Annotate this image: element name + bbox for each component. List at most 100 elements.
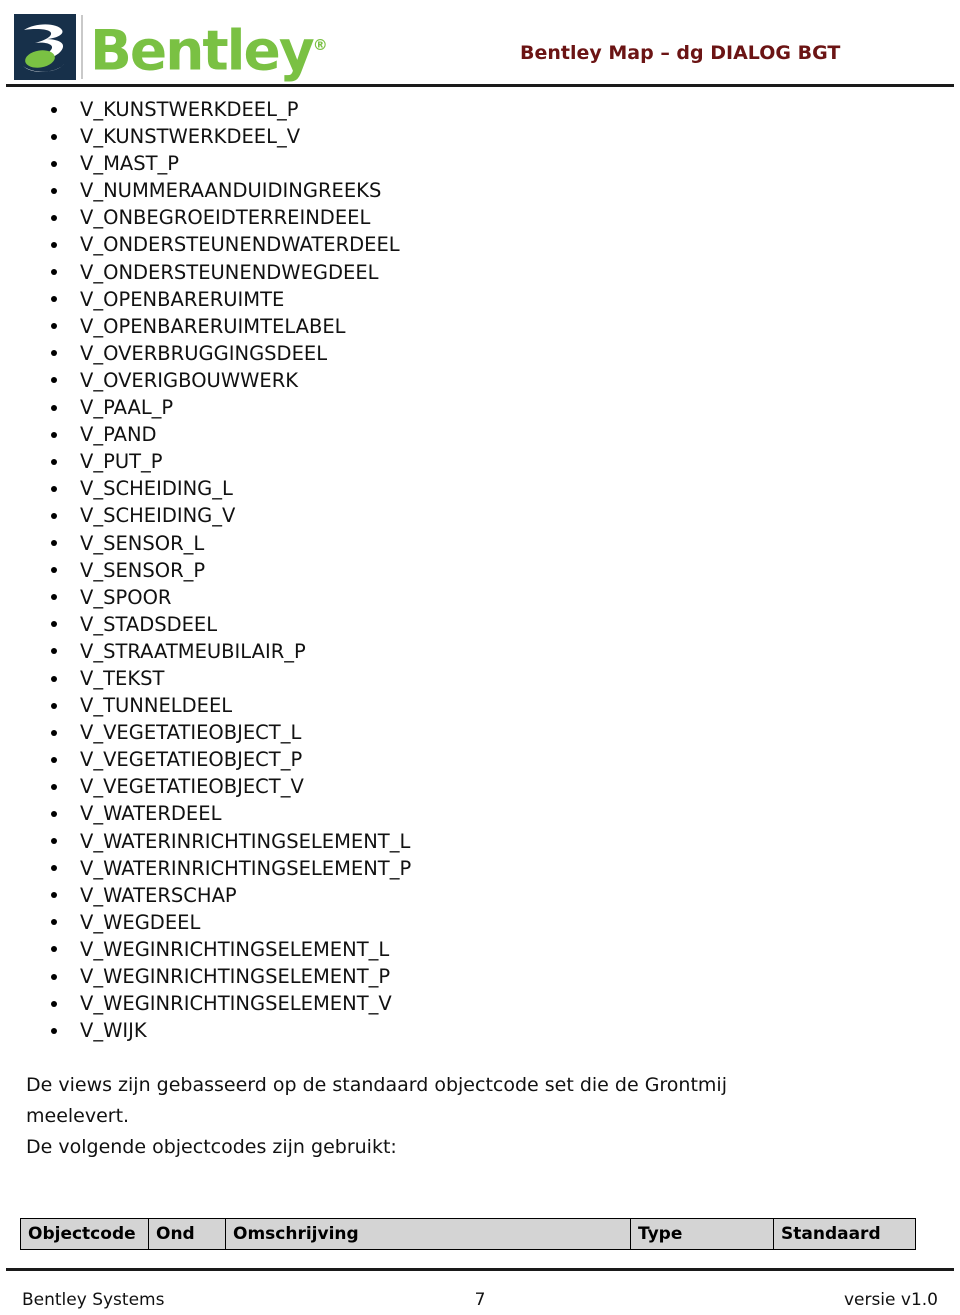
table-header-objectcode[interactable]: Objectcode bbox=[20, 1218, 149, 1250]
bullet-icon bbox=[51, 431, 57, 438]
view-list-item-label: V_PUT_P bbox=[80, 450, 163, 474]
bullet-icon bbox=[51, 810, 57, 817]
view-list-item-label: V_OPENBARERUIMTELABEL bbox=[80, 314, 346, 338]
bullet-icon bbox=[51, 485, 57, 492]
view-list-item-label: V_KUNSTWERKDEEL_V bbox=[80, 125, 301, 149]
bullet-icon bbox=[51, 756, 57, 763]
view-list-item: V_WEGDEEL bbox=[0, 909, 960, 936]
view-list-item: V_ONDERSTEUNENDWATERDEEL bbox=[0, 231, 960, 258]
view-list-item-label: V_SPOOR bbox=[80, 585, 172, 609]
view-list-item-label: V_ONDERSTEUNENDWEGDEEL bbox=[80, 260, 379, 284]
view-list-item-label: V_VEGETATIEOBJECT_P bbox=[80, 748, 303, 772]
registered-trademark-icon: ® bbox=[312, 35, 328, 54]
footer-version: versie v1.0 bbox=[843, 1290, 938, 1310]
view-list-item-label: V_TEKST bbox=[80, 666, 165, 690]
view-list-item-label: V_WEGINRICHTINGSELEMENT_L bbox=[80, 937, 390, 961]
logo-divider bbox=[81, 15, 83, 79]
footer-page-number: 7 bbox=[474, 1290, 486, 1310]
bullet-icon bbox=[51, 946, 57, 953]
bullet-icon bbox=[51, 1000, 57, 1007]
bullet-icon bbox=[51, 404, 57, 411]
view-list-item-label: V_WATERSCHAP bbox=[80, 883, 237, 907]
view-list-item: V_SCHEIDING_L bbox=[0, 475, 960, 502]
bullet-icon bbox=[51, 269, 57, 276]
bentley-logo: Bentley® bbox=[14, 12, 328, 82]
view-list-item: V_WATERINRICHTINGSELEMENT_P bbox=[0, 855, 960, 882]
view-list-item-label: V_WATERDEEL bbox=[80, 802, 222, 826]
view-list-item-label: V_MAST_P bbox=[80, 152, 180, 176]
table-header-omschrijving[interactable]: Omschrijving bbox=[225, 1218, 631, 1250]
view-list-item-label: V_WEGDEEL bbox=[80, 910, 201, 934]
view-list-item: V_STRAATMEUBILAIR_P bbox=[0, 638, 960, 665]
view-list-item-label: V_PAND bbox=[80, 423, 157, 447]
table-header-type[interactable]: Type bbox=[630, 1218, 774, 1250]
footer-divider-rule bbox=[6, 1268, 954, 1271]
view-list-item-label: V_SENSOR_P bbox=[80, 558, 206, 582]
description-paragraphs: De views zijn gebasseerd op de standaard… bbox=[0, 1070, 960, 1163]
view-list-item: V_SCHEIDING_V bbox=[0, 502, 960, 529]
document-header-title: Bentley Map – dg DIALOG BGT bbox=[520, 42, 841, 64]
view-list-item: V_OVERIGBOUWWERK bbox=[0, 367, 960, 394]
table-header-row: Objectcode Ond Omschrijving Type Standaa… bbox=[20, 1218, 916, 1250]
view-list-item: V_PAND bbox=[0, 421, 960, 448]
view-list-item-label: V_PAAL_P bbox=[80, 396, 174, 420]
bullet-icon bbox=[51, 729, 57, 736]
page-footer: Bentley Systems 7 versie v1.0 bbox=[0, 1268, 960, 1315]
view-list-item-label: V_STRAATMEUBILAIR_P bbox=[80, 639, 306, 663]
bullet-icon bbox=[51, 133, 57, 140]
bullet-icon bbox=[51, 296, 57, 303]
bullet-icon bbox=[51, 702, 57, 709]
table-header-standaard[interactable]: Standaard bbox=[773, 1218, 916, 1250]
view-list-item-label: V_OPENBARERUIMTE bbox=[80, 287, 285, 311]
view-list-item: V_OPENBARERUIMTE bbox=[0, 286, 960, 313]
paragraph-line: De views zijn gebasseerd op de standaard… bbox=[26, 1074, 727, 1097]
paragraph-line: meelevert. bbox=[26, 1105, 130, 1128]
bullet-icon bbox=[51, 160, 57, 167]
view-list-item: V_SENSOR_L bbox=[0, 530, 960, 557]
bullet-icon bbox=[51, 973, 57, 980]
view-list-item-label: V_STADSDEEL bbox=[80, 612, 218, 636]
view-list-item: V_ONBEGROEIDTERREINDEEL bbox=[0, 204, 960, 231]
view-list-item-label: V_ONDERSTEUNENDWATERDEEL bbox=[80, 233, 400, 257]
view-list-item: V_WEGINRICHTINGSELEMENT_V bbox=[0, 990, 960, 1017]
view-list-item-label: V_VEGETATIEOBJECT_V bbox=[80, 775, 304, 799]
paragraph-line: De volgende objectcodes zijn gebruikt: bbox=[26, 1136, 397, 1159]
view-list-item-label: V_WEGINRICHTINGSELEMENT_V bbox=[80, 992, 392, 1016]
view-list-item: V_TEKST bbox=[0, 665, 960, 692]
view-list-item: V_WATERDEEL bbox=[0, 800, 960, 827]
bentley-b-logo-icon bbox=[14, 14, 76, 80]
view-list-item-label: V_SCHEIDING_V bbox=[80, 504, 236, 528]
bullet-icon bbox=[51, 621, 57, 628]
bullet-icon bbox=[51, 458, 57, 465]
bullet-icon bbox=[51, 594, 57, 601]
bullet-icon bbox=[51, 214, 57, 221]
document-body: V_KUNSTWERKDEEL_P V_KUNSTWERKDEEL_V V_MAST… bbox=[0, 96, 960, 1163]
view-list-item-label: V_TUNNELDEEL bbox=[80, 694, 233, 718]
view-list-item: V_VEGETATIEOBJECT_P bbox=[0, 746, 960, 773]
table-header-ond[interactable]: Ond bbox=[148, 1218, 226, 1250]
view-list-item: V_VEGETATIEOBJECT_L bbox=[0, 719, 960, 746]
view-list-item: V_KUNSTWERKDEEL_P bbox=[0, 96, 960, 123]
view-list-item-label: V_KUNSTWERKDEEL_P bbox=[80, 98, 299, 121]
logo-wordmark: Bentley® bbox=[90, 18, 328, 78]
view-list-item: V_OPENBARERUIMTELABEL bbox=[0, 313, 960, 340]
view-list-item: V_MAST_P bbox=[0, 150, 960, 177]
view-list-item: V_WATERINRICHTINGSELEMENT_L bbox=[0, 828, 960, 855]
header-divider-rule bbox=[6, 84, 954, 87]
view-list-item: V_WATERSCHAP bbox=[0, 882, 960, 909]
view-list-item: V_OVERBRUGGINGSDEEL bbox=[0, 340, 960, 367]
bullet-icon bbox=[51, 783, 57, 790]
view-list-item-label: V_VEGETATIEOBJECT_L bbox=[80, 721, 302, 745]
view-list-item-label: V_WIJK bbox=[80, 1019, 147, 1043]
view-list-item: V_PAAL_P bbox=[0, 394, 960, 421]
bullet-icon bbox=[51, 892, 57, 899]
view-list-item: V_PUT_P bbox=[0, 448, 960, 475]
bullet-icon bbox=[51, 648, 57, 655]
bullet-icon bbox=[51, 1027, 57, 1034]
view-list-item-label: V_SCHEIDING_L bbox=[80, 477, 233, 501]
page-header: Bentley® Bentley Map – dg DIALOG BGT bbox=[0, 0, 960, 92]
bullet-icon bbox=[51, 865, 57, 872]
view-list-item: V_ONDERSTEUNENDWEGDEEL bbox=[0, 259, 960, 286]
bullet-icon bbox=[51, 242, 57, 249]
view-list-item-label: V_WATERINRICHTINGSELEMENT_P bbox=[80, 856, 412, 880]
